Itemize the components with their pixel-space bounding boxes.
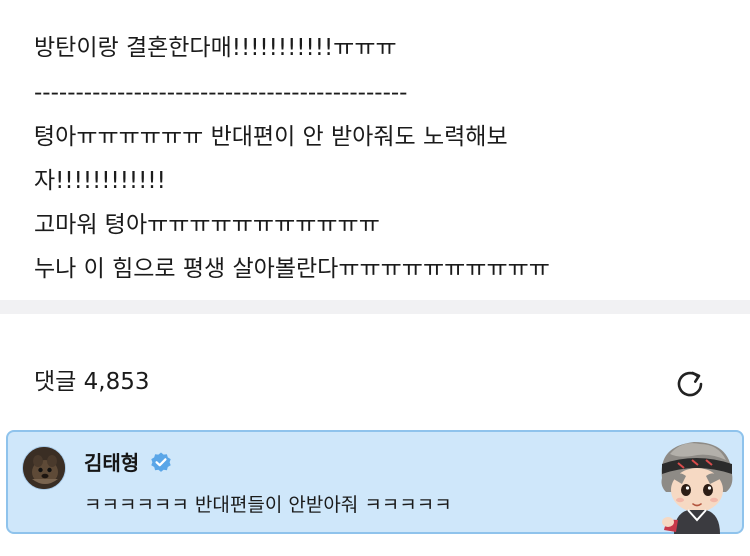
post-line: 고마워 텽아ㅠㅠㅠㅠㅠㅠㅠㅠㅠㅠㅠ (34, 212, 380, 238)
comments-count: 댓글 4,853 (34, 369, 150, 395)
comments-header: 댓글 4,853 (0, 314, 750, 434)
comment-text: ㅋㅋㅋㅋㅋㅋ 반대편들이 안받아줘 ㅋㅋㅋㅋㅋ (84, 494, 452, 516)
highlighted-comment[interactable]: 김태형 ㅋㅋㅋㅋㅋㅋ 반대편들이 안받아줘 ㅋㅋㅋㅋㅋ (6, 430, 744, 534)
post-body: 방탄이랑 결혼한다매!!!!!!!!!!!ㅠㅠㅠ ---------------… (0, 0, 750, 300)
post-line: 방탄이랑 결혼한다매!!!!!!!!!!!ㅠㅠㅠ (34, 35, 397, 61)
post-line-divider: ----------------------------------------… (34, 80, 408, 106)
character-sticker (648, 434, 744, 534)
verified-badge-icon (149, 451, 173, 475)
section-divider (0, 300, 750, 314)
avatar[interactable] (22, 446, 66, 490)
post-line: 자!!!!!!!!!!!! (34, 168, 166, 194)
comment-author[interactable]: 김태형 (84, 450, 139, 476)
post-line: 누나 이 힘으로 평생 살아볼란다ㅠㅠㅠㅠㅠㅠㅠㅠㅠㅠ (34, 256, 550, 282)
refresh-icon[interactable] (672, 366, 708, 402)
post-line: 텽아ㅠㅠㅠㅠㅠㅠ 반대편이 안 받아줘도 노력해보 (34, 124, 508, 150)
